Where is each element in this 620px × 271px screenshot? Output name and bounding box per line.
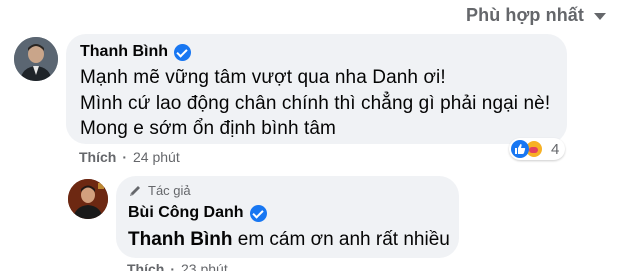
- comment-author[interactable]: Thanh Bình: [80, 43, 191, 61]
- avatar[interactable]: [14, 37, 58, 81]
- separator: ·: [122, 149, 128, 165]
- avatar[interactable]: [68, 179, 108, 219]
- author-name[interactable]: Thanh Bình: [80, 43, 168, 61]
- like-icon: [511, 140, 529, 158]
- pen-icon: [130, 185, 140, 196]
- comment-text-line: Mình cứ lao động chân chính thì chẳng gì…: [80, 93, 551, 114]
- chevron-down-icon: [594, 12, 606, 20]
- like-button[interactable]: Thích: [79, 149, 116, 165]
- comment-text-line: Mạnh mẽ vững tâm vượt qua nha Danh ơi!: [80, 67, 446, 88]
- comment-actions: Thích · 24 phút: [79, 149, 180, 165]
- author-badge: Tác giả: [128, 183, 191, 198]
- reply-time[interactable]: 23 phút: [181, 261, 228, 271]
- reply-actions: Thích · 23 phút: [127, 261, 228, 271]
- reaction-count: 4: [551, 140, 560, 158]
- verified-icon: [249, 204, 267, 222]
- comment-text-line: Mong e sớm ổn định bình tâm: [80, 118, 336, 139]
- verified-icon: [173, 43, 191, 61]
- sort-label: Phù hợp nhất: [466, 4, 584, 25]
- mention-tag[interactable]: Thanh Bình: [128, 229, 232, 250]
- sort-dropdown[interactable]: Phù hợp nhất: [466, 2, 606, 28]
- separator: ·: [170, 261, 176, 271]
- reaction-summary[interactable]: 4: [509, 138, 566, 160]
- comment-time[interactable]: 24 phút: [133, 149, 180, 165]
- reply-text: Thanh Bình em cám ơn anh rất nhiều: [128, 229, 450, 251]
- author-name[interactable]: Bùi Công Danh: [128, 204, 244, 222]
- reply-body: em cám ơn anh rất nhiều: [232, 229, 450, 250]
- author-badge-label: Tác giả: [148, 183, 191, 198]
- like-button[interactable]: Thích: [127, 261, 164, 271]
- reply-author[interactable]: Bùi Công Danh: [128, 204, 267, 222]
